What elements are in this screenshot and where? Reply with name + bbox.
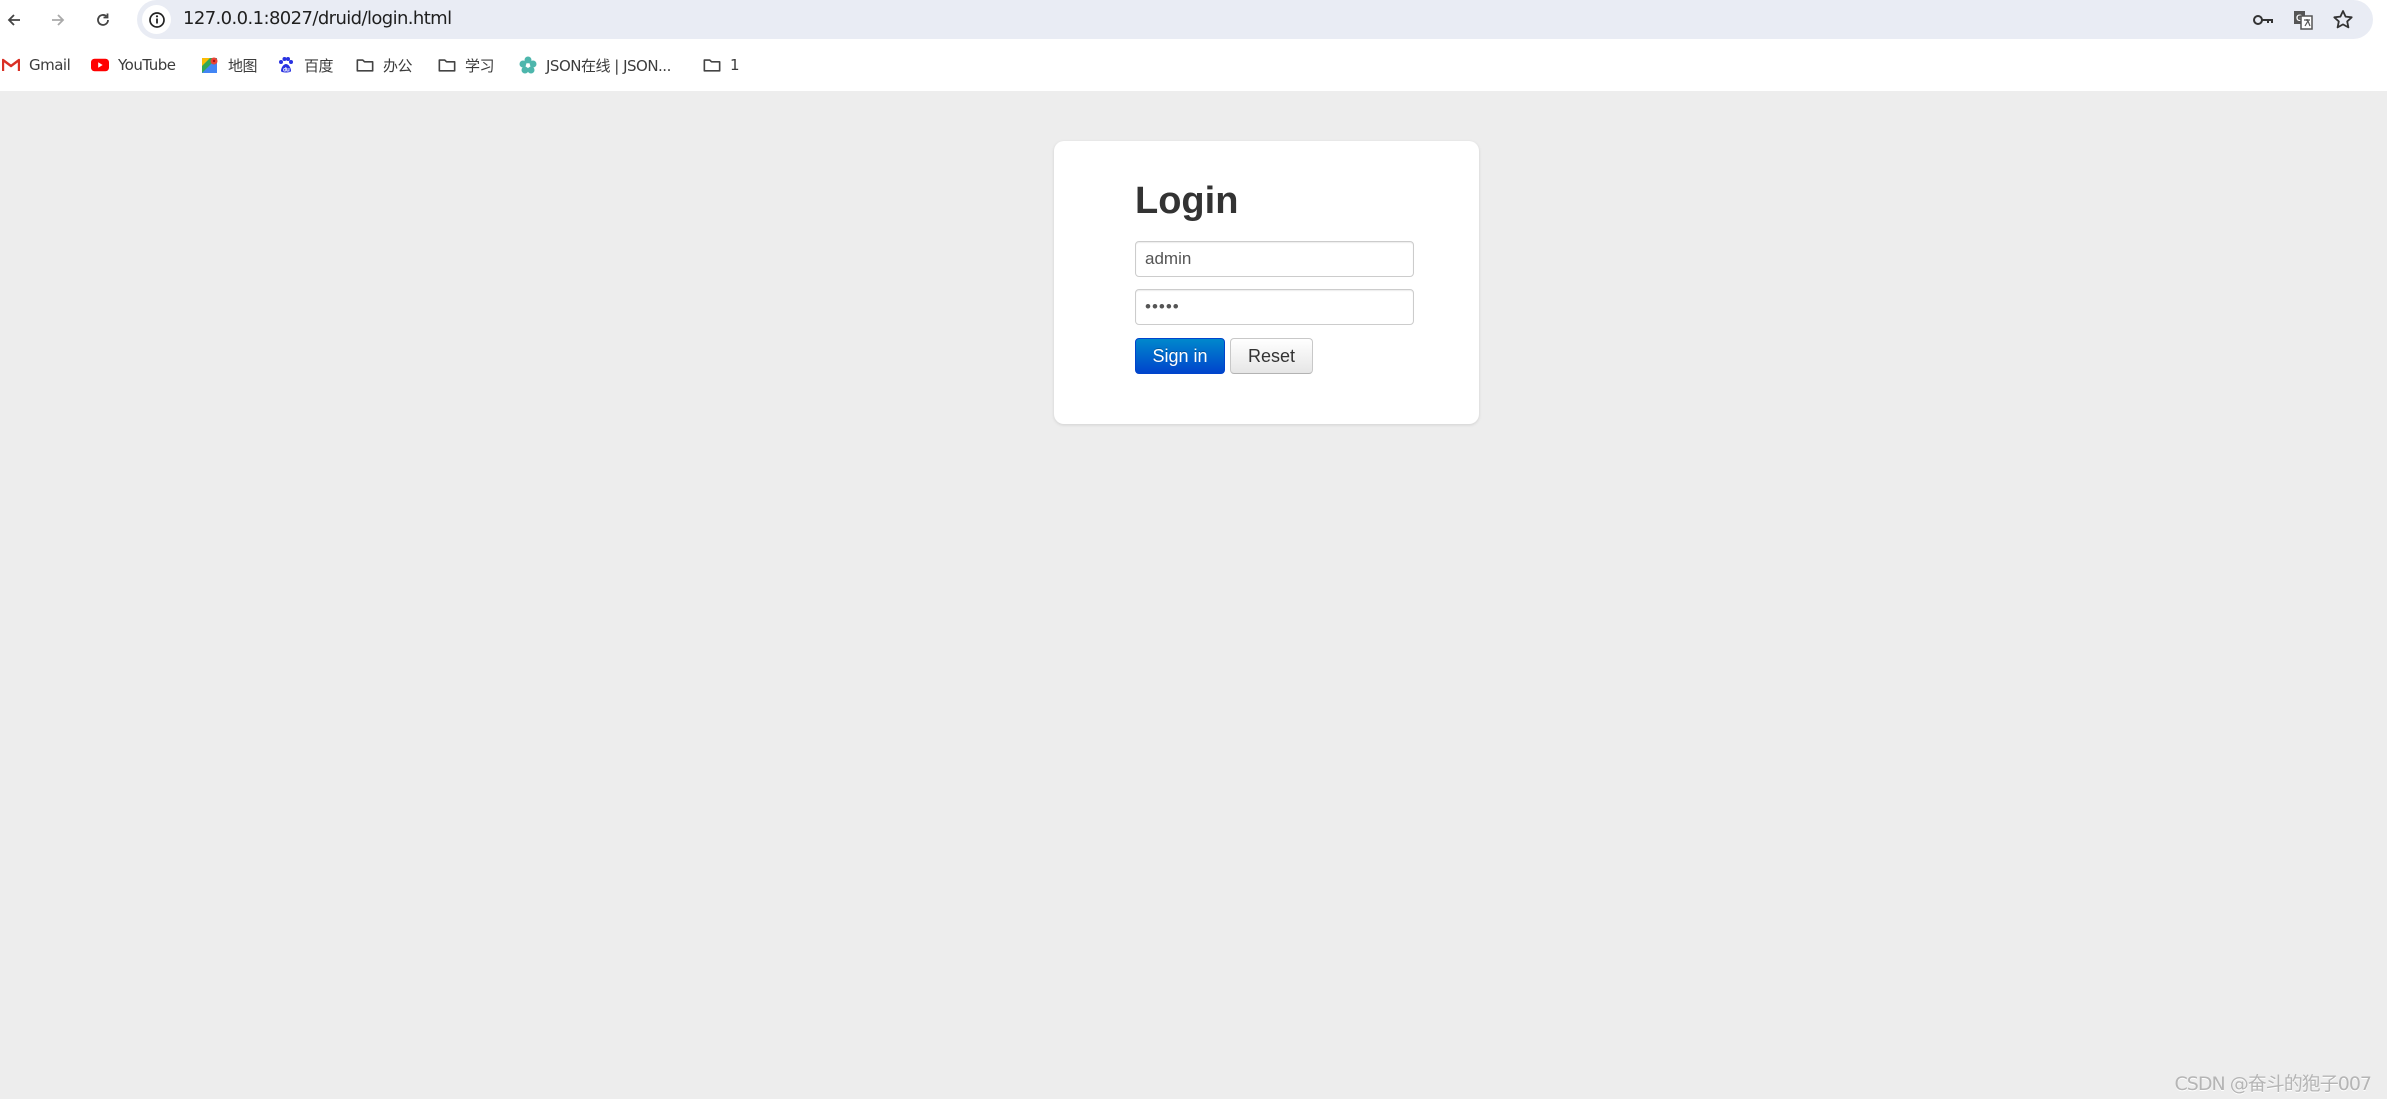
info-icon [148,11,165,28]
bookmark-label: JSON在线 | JSON... [546,56,671,75]
forward-button[interactable] [44,6,72,34]
folder-icon [438,56,456,74]
bookmarks-bar: Gmail YouTube 地图 du 百度 办公 学习 JSON在线 | JS… [0,40,2387,91]
translate-button[interactable]: G [2291,8,2315,32]
bookmark-baidu[interactable]: du 百度 [277,53,334,77]
watermark: CSDN @奋斗的狍子007 [2174,1073,2372,1095]
bookmark-folder-1[interactable]: 1 [703,53,740,77]
bookmark-youtube[interactable]: YouTube [91,53,176,77]
json-flower-icon [519,56,537,74]
bookmark-json-online[interactable]: JSON在线 | JSON... [519,53,671,77]
login-title: Login [1135,180,1239,222]
bookmark-gmail[interactable]: Gmail [2,53,71,77]
bookmark-folder-study[interactable]: 学习 [438,53,495,77]
maps-icon [201,56,219,74]
bookmark-label: 1 [730,56,740,74]
key-icon [2253,15,2273,25]
svg-text:du: du [283,68,290,74]
login-card [1054,141,1479,424]
reload-button[interactable] [89,6,117,34]
baidu-icon: du [277,56,295,74]
sign-in-button[interactable]: Sign in [1135,338,1225,374]
arrow-left-icon [7,14,20,26]
youtube-icon [91,56,109,74]
bookmark-maps[interactable]: 地图 [201,53,258,77]
bookmark-label: Gmail [29,56,71,74]
username-input[interactable] [1135,241,1414,277]
browser-toolbar: 127.0.0.1:8027/druid/login.html G [0,0,2387,40]
bookmark-label: 学习 [465,56,495,75]
back-button[interactable] [0,6,28,34]
bookmark-label: YouTube [118,56,176,74]
folder-icon [356,56,374,74]
arrow-right-icon [52,14,65,26]
translate-icon: G [2294,11,2313,30]
password-input[interactable] [1135,289,1414,325]
site-info-button[interactable] [142,5,171,34]
bookmark-label: 百度 [304,56,334,75]
reload-icon [97,13,109,26]
url-text[interactable]: 127.0.0.1:8027/druid/login.html [183,8,452,30]
address-bar[interactable] [137,0,2373,39]
folder-icon [703,56,721,74]
gmail-icon [2,56,20,74]
bookmark-folder-office[interactable]: 办公 [356,53,413,77]
password-key-button[interactable] [2251,8,2275,32]
bookmark-label: 办公 [383,56,413,75]
reset-button[interactable]: Reset [1230,338,1313,374]
star-icon [2333,10,2353,29]
bookmark-label: 地图 [228,56,258,75]
bookmark-star-button[interactable] [2331,8,2355,32]
